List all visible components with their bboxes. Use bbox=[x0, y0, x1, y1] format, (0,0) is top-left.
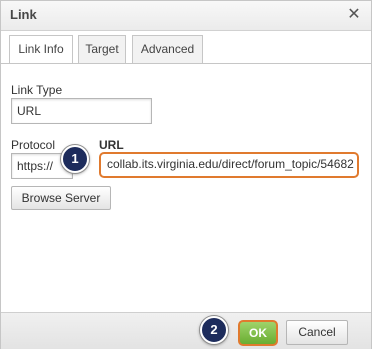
tab-target[interactable]: Target bbox=[78, 35, 126, 63]
close-icon[interactable]: ✕ bbox=[347, 6, 361, 24]
dialog-titlebar[interactable]: Link ✕ bbox=[1, 1, 371, 31]
browse-server-button[interactable]: Browse Server bbox=[11, 186, 111, 210]
callout-badge-2: 2 bbox=[200, 316, 228, 344]
callout-badge-1: 1 bbox=[61, 145, 89, 173]
link-type-select[interactable]: URL bbox=[11, 98, 152, 124]
link-dialog: Link ✕ Link Info Target Advanced Link Ty… bbox=[0, 0, 372, 349]
link-type-label: Link Type bbox=[11, 83, 63, 97]
cancel-button[interactable]: Cancel bbox=[286, 320, 348, 345]
dialog-footer: OK Cancel bbox=[1, 312, 371, 349]
protocol-label: Protocol bbox=[11, 138, 56, 152]
tab-link-info[interactable]: Link Info bbox=[9, 35, 73, 64]
dialog-title: Link bbox=[10, 7, 37, 22]
tab-advanced[interactable]: Advanced bbox=[132, 35, 203, 63]
url-input[interactable]: collab.its.virginia.edu/direct/forum_top… bbox=[99, 152, 359, 178]
url-label: URL bbox=[99, 138, 124, 152]
ok-button[interactable]: OK bbox=[238, 320, 278, 346]
